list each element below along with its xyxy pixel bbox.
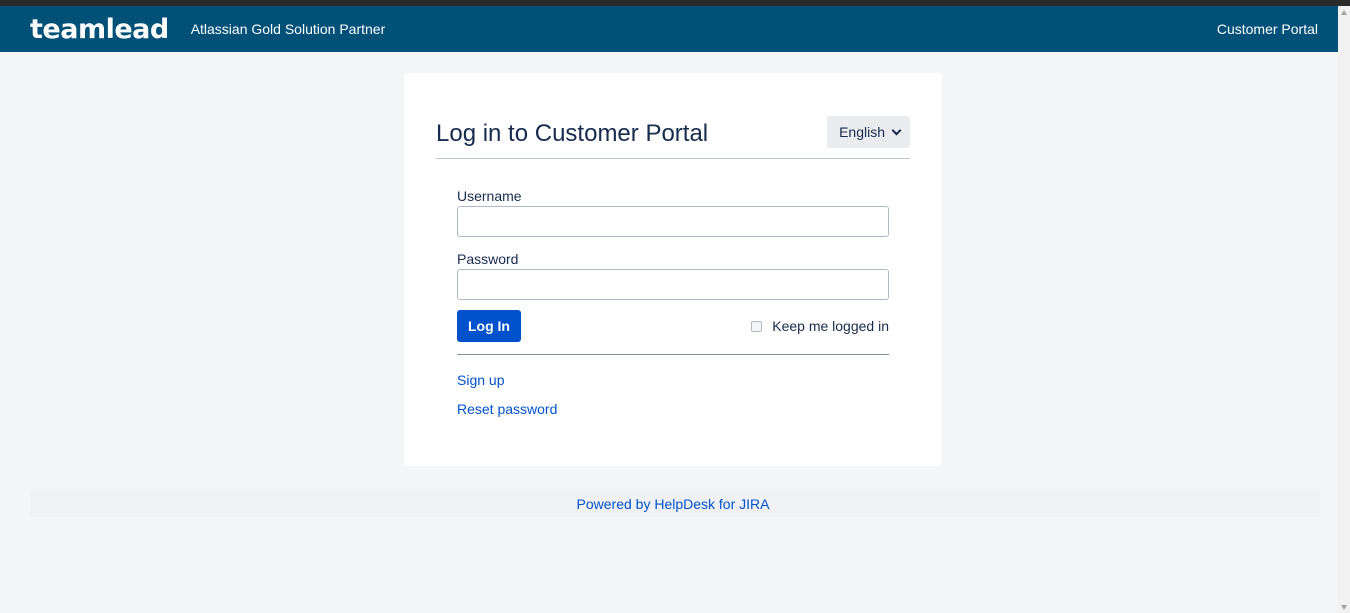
powered-by-link[interactable]: Powered by HelpDesk for JIRA — [0, 496, 1346, 512]
username-label: Username — [457, 188, 522, 204]
login-button[interactable]: Log In — [457, 310, 521, 342]
password-label: Password — [457, 251, 519, 267]
login-action-row: Log In Keep me logged in — [457, 310, 889, 342]
chevron-down-icon — [891, 125, 902, 135]
sign-up-link[interactable]: Sign up — [457, 372, 889, 388]
username-input[interactable] — [457, 206, 889, 237]
vertical-scrollbar[interactable] — [1338, 6, 1350, 613]
teamlead-logo[interactable]: teamlead — [30, 16, 169, 43]
login-card-header: Log in to Customer Portal English — [436, 114, 910, 159]
scroll-down-icon[interactable] — [1341, 605, 1347, 610]
scroll-up-icon[interactable] — [1341, 10, 1347, 15]
language-select-label: English — [839, 124, 885, 140]
login-card: Log in to Customer Portal English Userna… — [404, 73, 942, 466]
language-select[interactable]: English — [827, 116, 910, 148]
login-form: Username Password Log In Keep me logged … — [457, 188, 889, 417]
reset-password-link[interactable]: Reset password — [457, 401, 889, 417]
password-input[interactable] — [457, 269, 889, 300]
form-divider — [457, 354, 889, 355]
keep-logged-in-option[interactable]: Keep me logged in — [751, 318, 889, 334]
partner-tagline: Atlassian Gold Solution Partner — [190, 21, 386, 37]
customer-portal-link[interactable]: Customer Portal — [1217, 21, 1318, 37]
top-navbar: teamlead Atlassian Gold Solution Partner… — [0, 6, 1338, 52]
keep-logged-in-checkbox[interactable] — [751, 320, 763, 332]
page-title: Log in to Customer Portal — [436, 120, 709, 147]
keep-logged-in-label: Keep me logged in — [772, 318, 889, 334]
